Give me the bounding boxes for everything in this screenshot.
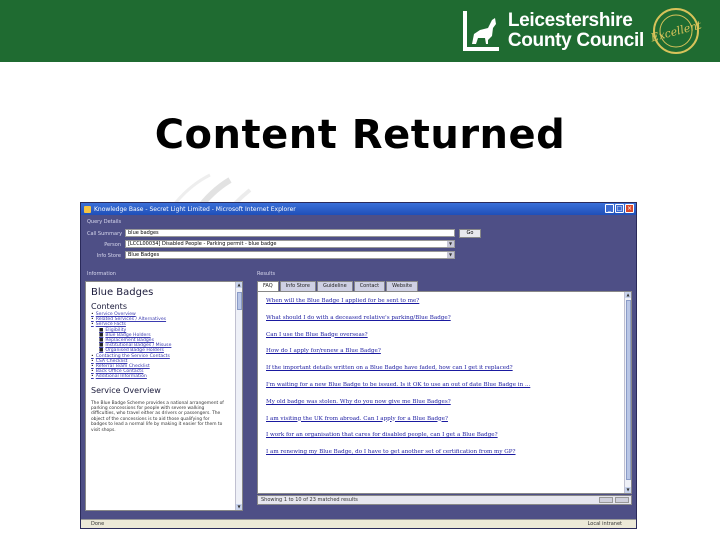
info-title: Blue Badges bbox=[91, 287, 154, 298]
service-overview-heading: Service Overview bbox=[91, 385, 161, 395]
service-overview-text: The Blue Badge Scheme provides a nationa… bbox=[91, 400, 224, 433]
person-select-value: [LCCL00034] Disabled People - Parking pe… bbox=[128, 241, 277, 247]
scroll-thumb[interactable] bbox=[626, 300, 631, 480]
tab-contact[interactable]: Contact bbox=[353, 281, 386, 291]
information-panel: Blue Badges Contents • Service Overview •… bbox=[85, 281, 243, 511]
information-label: Information bbox=[87, 271, 116, 277]
scroll-up-icon[interactable]: ▲ bbox=[625, 292, 631, 298]
call-summary-row: Call Summary blue badges Go bbox=[81, 229, 636, 239]
call-summary-label: Call Summary bbox=[87, 231, 123, 237]
scroll-down-icon[interactable]: ▼ bbox=[625, 487, 631, 493]
results-label: Results bbox=[257, 271, 276, 277]
council-logo: Leicestershire County Council Excellent bbox=[462, 6, 702, 56]
slide-header-bar: Leicestershire County Council Excellent bbox=[0, 0, 720, 62]
maximize-button[interactable]: □ bbox=[615, 204, 624, 213]
person-select[interactable]: [LCCL00034] Disabled People - Parking pe… bbox=[125, 240, 455, 248]
scroll-thumb[interactable] bbox=[237, 292, 242, 310]
call-summary-input[interactable]: blue badges bbox=[125, 229, 455, 237]
contents-heading: Contents bbox=[91, 302, 127, 311]
faq-link[interactable]: What should I do with a deceased relativ… bbox=[266, 315, 530, 332]
faq-list: When will the Blue Badge I applied for b… bbox=[266, 298, 530, 466]
faq-link[interactable]: How do I apply for/renew a Blue Badge? bbox=[266, 348, 530, 365]
info-scrollbar[interactable]: ▲ ▼ bbox=[235, 282, 242, 510]
scroll-up-icon[interactable]: ▲ bbox=[236, 282, 242, 288]
chevron-down-icon[interactable]: ▼ bbox=[447, 252, 454, 258]
faq-link[interactable]: When will the Blue Badge I applied for b… bbox=[266, 298, 530, 315]
info-store-row: Info Store Blue Badges ▼ bbox=[81, 251, 636, 261]
minimize-button[interactable]: _ bbox=[605, 204, 614, 213]
browser-status-bar: Done Local intranet bbox=[81, 519, 636, 528]
faq-link[interactable]: Can I use the Blue Badge overseas? bbox=[266, 332, 530, 349]
go-button[interactable]: Go bbox=[459, 229, 481, 238]
window-title: Knowledge Base - Secret Light Limited - … bbox=[94, 205, 296, 213]
close-button[interactable]: × bbox=[625, 204, 634, 213]
results-count-text: Showing 1 to 10 of 23 matched results bbox=[261, 497, 358, 503]
query-details-label: Query Details bbox=[87, 219, 122, 225]
tab-website[interactable]: Website bbox=[386, 281, 419, 291]
window-titlebar: Knowledge Base - Secret Light Limited - … bbox=[81, 203, 636, 215]
tab-guideline[interactable]: Guideline bbox=[316, 281, 353, 291]
svg-text:Excellent: Excellent bbox=[650, 18, 702, 44]
faq-link[interactable]: I work for an organisation that cares fo… bbox=[266, 432, 530, 449]
tab-faq[interactable]: FAQ bbox=[257, 281, 279, 291]
tab-info-store[interactable]: Info Store bbox=[279, 281, 316, 291]
results-status-bar: Showing 1 to 10 of 23 matched results bbox=[257, 495, 632, 505]
excellent-seal-icon: Excellent bbox=[650, 8, 702, 54]
fox-logo-icon bbox=[462, 11, 499, 51]
zone-text: Local intranet bbox=[587, 521, 622, 527]
chevron-down-icon[interactable]: ▼ bbox=[447, 241, 454, 247]
slide-title: Content Returned bbox=[154, 112, 566, 158]
status-done-text: Done bbox=[91, 521, 105, 527]
prev-page-button[interactable] bbox=[599, 497, 613, 503]
person-label: Person bbox=[104, 242, 121, 248]
scroll-down-icon[interactable]: ▼ bbox=[236, 504, 242, 510]
person-row: Person [LCCL00034] Disabled People - Par… bbox=[81, 240, 636, 250]
faq-link[interactable]: My old badge was stolen. Why do you now … bbox=[266, 399, 530, 416]
info-store-select[interactable]: Blue Badges ▼ bbox=[125, 251, 455, 259]
ie-icon bbox=[84, 205, 91, 213]
info-store-label: Info Store bbox=[96, 253, 121, 259]
browser-window: Knowledge Base - Secret Light Limited - … bbox=[80, 202, 637, 529]
contents-list: • Service Overview • Related Services / Al… bbox=[91, 312, 242, 380]
results-tabs: FAQ Info Store Guideline Contact Website bbox=[257, 281, 419, 291]
faq-link[interactable]: I am renewing my Blue Badge, do I have t… bbox=[266, 449, 530, 466]
results-scrollbar[interactable]: ▲ ▼ bbox=[624, 292, 631, 493]
results-panel: When will the Blue Badge I applied for b… bbox=[257, 291, 632, 494]
faq-link[interactable]: If the important details written on a Bl… bbox=[266, 365, 530, 382]
next-page-button[interactable] bbox=[615, 497, 629, 503]
faq-link[interactable]: I am visiting the UK from abroad. Can I … bbox=[266, 416, 530, 433]
info-store-select-value: Blue Badges bbox=[128, 252, 160, 258]
logo-line-1: Leicestershire bbox=[507, 10, 633, 31]
contents-item[interactable]: • Additional Information bbox=[91, 374, 242, 379]
logo-line-2: County Council bbox=[507, 30, 644, 51]
faq-link[interactable]: I'm waiting for a new Blue Badge to be i… bbox=[266, 382, 530, 399]
